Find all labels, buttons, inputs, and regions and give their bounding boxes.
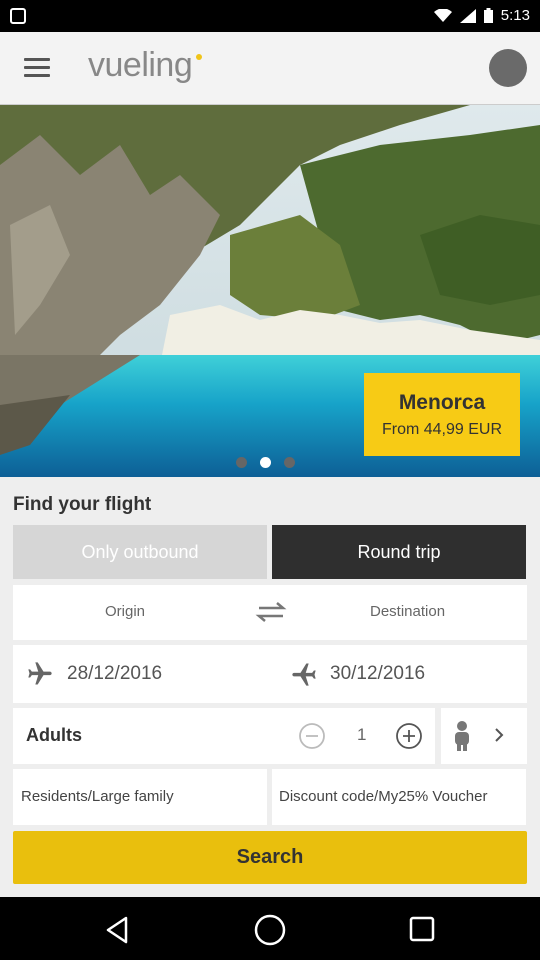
vueling-logo: vueling: [88, 46, 203, 85]
residents-large-family-button[interactable]: Residents/Large family: [13, 769, 267, 825]
increment-icon[interactable]: [395, 722, 423, 750]
home-icon[interactable]: [253, 913, 287, 947]
chevron-right-icon: [495, 728, 504, 742]
carousel-indicator[interactable]: [236, 457, 295, 468]
origin-destination-row: Origin Destination: [13, 585, 527, 640]
back-icon[interactable]: [104, 916, 130, 944]
promo-price: From 44,99 EUR: [381, 421, 503, 438]
adults-row: Adults 1: [13, 708, 435, 764]
decrement-icon[interactable]: [298, 722, 326, 750]
departure-date[interactable]: 28/12/2016: [67, 663, 162, 685]
flight-search-form: Find your flight Only outbound Round tri…: [0, 477, 540, 897]
promo-city: Menorca: [398, 391, 486, 414]
discount-label: Discount code/My25% Voucher: [279, 788, 488, 805]
discount-code-button[interactable]: Discount code/My25% Voucher: [272, 769, 526, 825]
battery-icon: [483, 8, 493, 23]
carousel-dot[interactable]: [236, 457, 247, 468]
adults-count: 1: [357, 725, 367, 744]
dates-row: 28/12/2016 30/12/2016: [13, 645, 527, 703]
app-bar: vueling: [0, 32, 540, 105]
status-bar: 5:13: [0, 0, 540, 32]
departure-plane-icon: [28, 662, 52, 685]
carousel-dot[interactable]: [284, 457, 295, 468]
clock: 5:13: [500, 7, 530, 24]
residents-label: Residents/Large family: [21, 788, 174, 805]
promo-card[interactable]: Menorca From 44,99 EUR: [364, 373, 520, 456]
recent-apps-icon[interactable]: [409, 916, 435, 942]
wifi-icon: [433, 8, 452, 22]
notification-icon: [10, 8, 26, 24]
form-title: Find your flight: [13, 494, 152, 515]
return-date[interactable]: 30/12/2016: [330, 663, 425, 685]
return-plane-icon: [292, 663, 316, 686]
destination-field[interactable]: Destination: [370, 603, 445, 620]
search-button[interactable]: Search: [13, 831, 527, 884]
profile-avatar[interactable]: [489, 49, 527, 87]
system-nav-bar: [0, 897, 540, 960]
adults-label: Adults: [26, 725, 82, 745]
child-icon: [455, 721, 469, 751]
menu-icon[interactable]: [24, 58, 50, 78]
swap-icon[interactable]: [255, 599, 287, 625]
signal-icon: [459, 8, 476, 23]
only-outbound-button[interactable]: Only outbound: [13, 525, 267, 579]
passenger-type-button[interactable]: [441, 708, 527, 764]
round-trip-button[interactable]: Round trip: [272, 525, 526, 579]
carousel-dot-active[interactable]: [260, 457, 271, 468]
origin-field[interactable]: Origin: [105, 603, 145, 620]
